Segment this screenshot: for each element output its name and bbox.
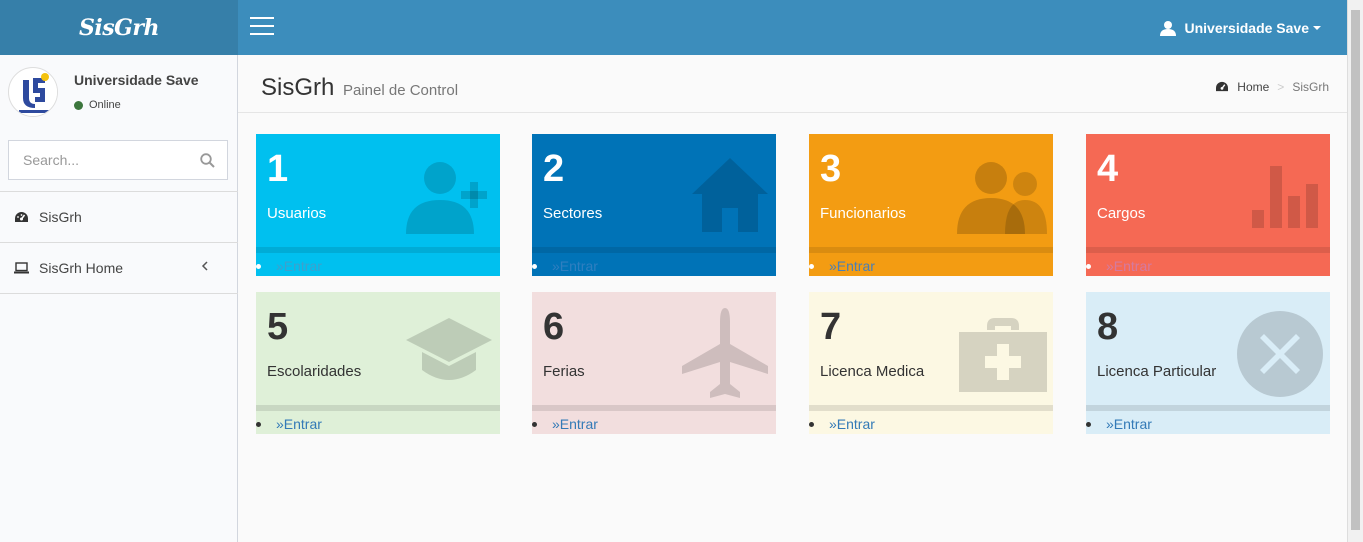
box-count: 1 (267, 148, 289, 190)
box-footer: »Entrar (1086, 414, 1330, 434)
box-divider (1086, 247, 1330, 253)
box-footer: »Entrar (532, 414, 776, 434)
laptop-icon (14, 262, 29, 274)
box-footer: »Entrar (809, 414, 1053, 434)
user-menu-label: Universidade Save (1184, 19, 1309, 36)
entrar-link[interactable]: »Entrar (829, 416, 875, 432)
breadcrumb: Home > SisGrh (1215, 80, 1329, 94)
entrar-link[interactable]: »Entrar (552, 416, 598, 432)
box-divider (532, 405, 776, 411)
chevron-left-icon (201, 261, 208, 271)
box-usuarios[interactable]: 1 Usuarios »Entrar (256, 134, 500, 276)
box-divider (256, 247, 500, 253)
box-count: 7 (820, 306, 842, 348)
box-label: Escolaridades (267, 363, 362, 380)
box-divider (1086, 405, 1330, 411)
box-footer: »Entrar (809, 256, 1053, 276)
box-label: Funcionarios (820, 205, 906, 222)
status-label: Online (89, 99, 121, 111)
home-icon (692, 158, 768, 232)
sidebar-menu: SisGrh SisGrh Home (0, 191, 238, 294)
add-user-icon (406, 162, 487, 234)
box-cargos[interactable]: 4 Cargos »Entrar (1086, 134, 1330, 276)
box-divider (256, 405, 500, 411)
sidebar: Universidade Save Online SisGrh SisGrh H… (0, 55, 238, 542)
box-licenca-particular[interactable]: 8 Licenca Particular »Entrar (1086, 292, 1330, 434)
box-licenca-medica[interactable]: 7 Licenca Medica »Entrar (809, 292, 1053, 434)
box-divider (809, 247, 1053, 253)
box-label: Usuarios (267, 205, 327, 222)
entrar-link[interactable]: »Entrar (276, 258, 322, 274)
box-footer: »Entrar (256, 256, 500, 276)
user-panel: Universidade Save Online (0, 55, 237, 127)
user-status: Online (74, 99, 121, 111)
bullet-icon (809, 263, 814, 269)
sidebar-item-sisgrh[interactable]: SisGrh (0, 192, 238, 243)
box-count: 5 (267, 306, 289, 348)
breadcrumb-separator: > (1277, 80, 1285, 94)
box-escolaridades[interactable]: 5 Escolaridades »Entrar (256, 292, 500, 434)
box-count: 4 (1097, 148, 1119, 190)
box-ferias[interactable]: 6 Ferias »Entrar (532, 292, 776, 434)
avatar (8, 67, 58, 117)
box-count: 8 (1097, 306, 1119, 348)
box-count: 3 (820, 148, 842, 190)
bar-chart-icon (1252, 166, 1318, 228)
box-count: 6 (543, 306, 565, 348)
page-subtitle: Painel de Control (343, 82, 459, 99)
entrar-link[interactable]: »Entrar (552, 258, 598, 274)
search-input[interactable] (9, 141, 189, 179)
user-menu[interactable]: Universidade Save (1160, 0, 1321, 55)
box-divider (809, 405, 1053, 411)
times-circle-icon (1237, 311, 1323, 397)
box-footer: »Entrar (532, 256, 776, 276)
sidebar-search (8, 140, 228, 180)
box-footer: »Entrar (1086, 256, 1330, 276)
scrollbar-thumb[interactable] (1351, 10, 1360, 530)
bullet-icon (532, 421, 537, 427)
caret-down-icon (1313, 25, 1321, 30)
search-icon[interactable] (200, 153, 215, 168)
bullet-icon (256, 263, 261, 269)
box-count: 2 (543, 148, 565, 190)
box-label: Cargos (1097, 205, 1146, 222)
box-divider (532, 247, 776, 253)
sidebar-toggle-icon[interactable] (250, 17, 276, 37)
plane-icon (682, 308, 768, 398)
entrar-link[interactable]: »Entrar (829, 258, 875, 274)
user-icon (1160, 20, 1177, 36)
content-header: SisGrh Painel de Control Home > SisGrh (238, 55, 1347, 113)
online-status-icon (74, 100, 83, 110)
breadcrumb-current: SisGrh (1292, 80, 1329, 94)
sidebar-user-name: Universidade Save (74, 72, 199, 88)
box-footer: »Entrar (256, 414, 500, 434)
page-scrollbar[interactable] (1347, 0, 1363, 542)
box-label: Sectores (543, 205, 603, 222)
graduation-cap-icon (406, 318, 492, 380)
bullet-icon (256, 421, 261, 427)
entrar-link[interactable]: »Entrar (276, 416, 322, 432)
top-navbar: Universidade Save (238, 0, 1347, 55)
dashboard-icon (15, 211, 28, 222)
sidebar-item-label: SisGrh (39, 209, 82, 225)
breadcrumb-home[interactable]: Home (1237, 80, 1269, 94)
box-label: Licenca Particular (1097, 363, 1217, 380)
entrar-link[interactable]: »Entrar (1106, 416, 1152, 432)
sidebar-item-sisgrh-home[interactable]: SisGrh Home (0, 243, 238, 294)
bullet-icon (532, 263, 537, 269)
users-icon (957, 162, 1047, 234)
entrar-link[interactable]: »Entrar (1106, 258, 1152, 274)
box-label: Licenca Medica (820, 363, 925, 380)
medkit-icon (959, 318, 1047, 392)
app-logo[interactable]: SisGrh (0, 0, 238, 55)
bullet-icon (1086, 263, 1091, 269)
dashboard-icon (1216, 81, 1229, 92)
bullet-icon (1086, 421, 1091, 427)
box-sectores[interactable]: 2 Sectores »Entrar (532, 134, 776, 276)
sidebar-item-label: SisGrh Home (39, 260, 124, 276)
box-funcionarios[interactable]: 3 Funcionarios »Entrar (809, 134, 1053, 276)
bullet-icon (809, 421, 814, 427)
page-title: SisGrh (261, 74, 335, 101)
box-label: Ferias (543, 363, 585, 380)
